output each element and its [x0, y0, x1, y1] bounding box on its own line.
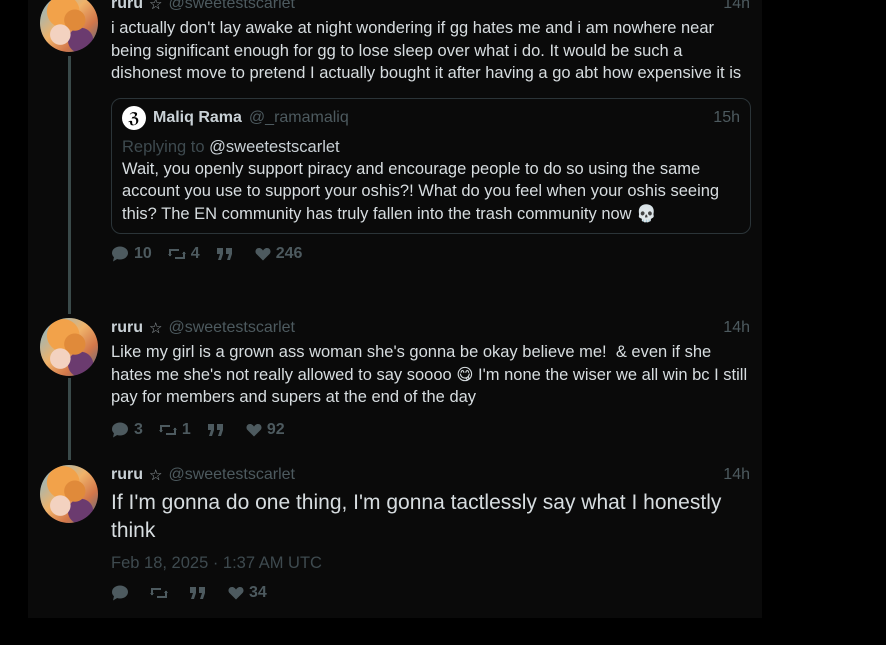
timestamp[interactable]: 15h [713, 109, 740, 127]
star-icon: ☆ [149, 467, 163, 484]
comment-icon [112, 585, 128, 601]
reply-count: 3 [134, 420, 143, 438]
comment-icon [112, 246, 128, 262]
avatar[interactable] [40, 465, 98, 523]
retweet-icon [167, 249, 186, 259]
display-name[interactable]: Maliq Rama [153, 109, 242, 127]
thread-line [68, 378, 71, 460]
like-count: 246 [275, 245, 303, 262]
timestamp[interactable]: 14h [723, 0, 750, 13]
quoted-tweet[interactable]: ℨ Maliq Rama @_ramamaliq 15h Replying to… [111, 97, 751, 234]
tweet-date[interactable]: Feb 18, 2025 · 1:37 AM UTC [111, 554, 752, 573]
timestamp[interactable]: 14h [723, 319, 750, 337]
star-icon: ☆ [149, 0, 163, 13]
tweet-text: Like my girl is a grown ass woman she's … [111, 343, 752, 406]
tweet-text: i actually don't lay awake at night wond… [111, 19, 742, 82]
like-count: 92 [266, 420, 285, 438]
quote-button[interactable] [216, 247, 239, 261]
quote-button[interactable] [207, 423, 230, 437]
tweet-stats: 34 [111, 582, 752, 604]
like-button[interactable]: 92 [246, 421, 285, 439]
tweet-stats: 3 1 92 [111, 419, 752, 441]
username[interactable]: @_ramamaliq [249, 109, 349, 127]
retweet-button[interactable] [150, 586, 173, 600]
tweet-header: ruru ☆ @sweetestscarlet 14h [111, 465, 752, 485]
username[interactable]: @sweetestscarlet [168, 466, 295, 484]
comment-icon [112, 422, 128, 437]
display-name[interactable]: ruru [111, 319, 143, 337]
quote-button[interactable] [189, 586, 212, 600]
heart-icon [228, 587, 244, 600]
reply-button[interactable] [111, 585, 134, 601]
tweet-header: ruru ☆ @sweetestscarlet 14h [111, 0, 752, 14]
thread-line [68, 56, 71, 314]
like-button[interactable]: 246 [255, 245, 303, 263]
avatar[interactable]: ℨ [122, 105, 146, 130]
tweet-text: If I'm gonna do one thing, I'm gonna tac… [111, 491, 728, 542]
replying-to: Replying to @sweetestscarlet [122, 136, 740, 158]
like-count: 34 [249, 584, 267, 601]
replying-to-handle[interactable]: @sweetestscarlet [209, 138, 339, 156]
retweet-count: 4 [190, 245, 200, 262]
username[interactable]: @sweetestscarlet [168, 319, 295, 337]
reply-button[interactable]: 3 [111, 421, 143, 439]
avatar[interactable] [40, 318, 98, 376]
heart-icon [246, 423, 262, 436]
retweet-count: 1 [181, 420, 191, 438]
reply-button[interactable]: 10 [111, 245, 152, 263]
like-button[interactable]: 34 [228, 584, 267, 602]
quoted-tweet-text: Wait, you openly support piracy and enco… [122, 159, 724, 223]
tweet-header: ruru ☆ @sweetestscarlet 14h [111, 318, 752, 338]
username[interactable]: @sweetestscarlet [168, 0, 295, 13]
heart-icon [255, 248, 271, 261]
tweet-stats: 10 4 246 [111, 243, 752, 265]
timestamp[interactable]: 14h [723, 466, 750, 484]
quote-icon [216, 248, 232, 260]
star-icon: ☆ [149, 320, 163, 337]
retweet-button[interactable]: 4 [167, 245, 200, 263]
quote-icon [190, 587, 205, 599]
reply-count: 10 [134, 245, 152, 262]
retweet-icon [158, 424, 177, 435]
display-name[interactable]: ruru [111, 466, 143, 484]
replying-to-label: Replying to [122, 137, 205, 156]
display-name[interactable]: ruru [111, 0, 143, 13]
retweet-button[interactable]: 1 [158, 420, 191, 439]
quote-icon [207, 423, 223, 436]
retweet-icon [150, 588, 168, 598]
